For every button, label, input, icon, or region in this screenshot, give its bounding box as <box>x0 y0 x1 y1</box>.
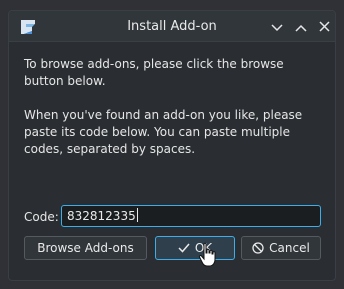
checkmark-icon <box>178 243 190 253</box>
title-bar[interactable]: Install Add-on <box>9 11 335 42</box>
cancel-label: Cancel <box>269 241 310 255</box>
install-addon-dialog: Install Add-on To browse add-ons, please… <box>8 10 336 281</box>
hand-pointer-cursor-icon <box>198 242 218 268</box>
code-input[interactable]: 832812335 <box>61 205 321 227</box>
instructions: To browse add-ons, please click the brow… <box>24 56 324 175</box>
minimize-button[interactable] <box>268 17 286 35</box>
window-title: Install Add-on <box>127 19 217 34</box>
code-label: Code: <box>24 210 59 224</box>
ok-button[interactable]: OK <box>155 236 235 260</box>
browse-addons-button[interactable]: Browse Add-ons <box>24 236 147 260</box>
text-caret <box>136 208 138 222</box>
close-button[interactable] <box>315 17 333 35</box>
cancel-button[interactable]: Cancel <box>241 236 321 260</box>
instruction-paragraph-paste: When you've found an add-on you like, pl… <box>24 108 303 156</box>
instruction-paragraph-browse: To browse add-ons, please click the brow… <box>24 57 284 88</box>
cancel-icon <box>252 242 264 254</box>
chevron-down-icon <box>271 17 283 36</box>
code-input-value: 832812335 <box>67 209 136 223</box>
chevron-up-icon <box>295 17 307 36</box>
close-icon <box>318 17 330 36</box>
maximize-button[interactable] <box>292 17 310 35</box>
browse-addons-label: Browse Add-ons <box>37 241 134 255</box>
